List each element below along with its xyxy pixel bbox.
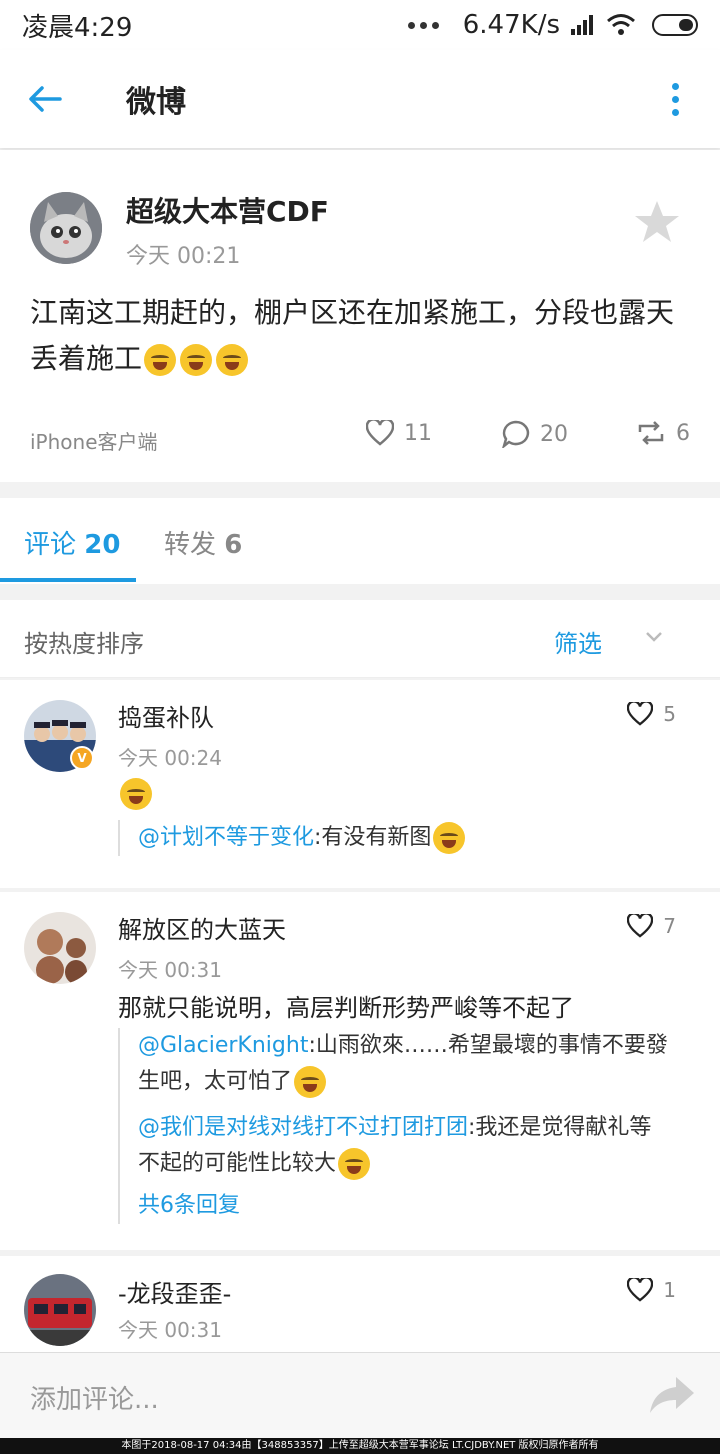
comment-count: 20 (540, 421, 568, 447)
signal-icon (571, 15, 593, 35)
like-button[interactable]: 11 (366, 420, 432, 446)
active-tab-indicator (0, 578, 136, 582)
comment-item: V 捣蛋补队 今天 00:24 5 @计划不等于变化:有没有新图 (0, 680, 720, 888)
repost-icon (638, 421, 664, 445)
reply-preview[interactable]: @我们是对线对线打不过打团打团:我还是觉得献礼等不起的可能性比较大 (138, 1110, 668, 1182)
comment-bubble-icon (502, 420, 530, 448)
page-title: 微博 (126, 85, 186, 120)
grin-emoji-icon (120, 778, 152, 810)
notification-dots-icon (407, 21, 439, 29)
reply-mention[interactable]: @GlacierKnight (138, 1033, 308, 1058)
doge-emoji-icon (338, 1148, 371, 1180)
tab-reposts[interactable]: 转发 6 (164, 524, 242, 561)
add-comment-input[interactable]: 添加评论... (30, 1379, 159, 1416)
repost-button[interactable]: 6 (636, 420, 690, 446)
cat-avatar-image (30, 192, 102, 264)
network-speed: 6.47K/s (462, 10, 560, 40)
more-options-icon[interactable] (630, 82, 720, 116)
comment-like-button[interactable]: 7 (627, 914, 676, 938)
status-time: 凌晨4:29 (22, 12, 133, 43)
top-nav-bar: 微博 (0, 50, 720, 148)
status-right: 6.47K/s (407, 10, 698, 40)
comment-like-button[interactable]: 5 (627, 702, 676, 726)
chevron-down-icon[interactable] (644, 630, 664, 644)
star-icon (635, 201, 679, 242)
comment-input-bar: 添加评论... (0, 1352, 720, 1438)
post-content: 江南这工期赶的，棚户区还在加紧施工，分段也露天丢着施工 (30, 290, 700, 382)
post-source: iPhone客户端 (30, 430, 158, 454)
comment-item: -龙段歪歪- 今天 00:31 1 (0, 1256, 720, 1352)
comment-like-count: 5 (663, 702, 676, 726)
weibo-post: 超级大本营CDF 今天 00:21 江南这工期赶的，棚户区还在加紧施工，分段也露… (0, 150, 720, 482)
heart-icon (627, 702, 654, 726)
heart-icon (366, 420, 394, 446)
laugh-cry-emoji-icon (216, 344, 249, 376)
laugh-cry-emoji-icon (294, 1066, 327, 1098)
back-arrow-icon (29, 86, 62, 112)
reply-mention[interactable]: @我们是对线对线打不过打团打团 (138, 1115, 468, 1140)
laugh-cry-emoji-icon (144, 344, 177, 376)
like-count: 11 (404, 420, 432, 446)
sort-by-hot-button[interactable]: 按热度排序 (24, 624, 144, 659)
filter-button[interactable]: 筛选 (554, 624, 602, 659)
comment-repost-tabs: 评论 20 转发 6 (0, 498, 720, 584)
post-text: 江南这工期赶的，棚户区还在加紧施工，分段也露天丢着施工 (30, 296, 675, 375)
verified-badge-icon: V (70, 746, 94, 770)
reply-preview[interactable]: @GlacierKnight:山雨欲來……希望最壞的事情不要發生吧，太可怕了 (138, 1028, 668, 1100)
laugh-cry-emoji-icon (180, 344, 213, 376)
tab-reposts-label: 转发 (164, 530, 217, 560)
status-bar: 凌晨4:29 6.47K/s (0, 0, 720, 50)
favorite-button[interactable] (634, 200, 680, 248)
commenter-name[interactable]: 捣蛋补队 (118, 698, 214, 733)
back-button[interactable] (0, 50, 90, 148)
battery-icon (652, 14, 698, 36)
share-arrow-icon[interactable] (648, 1373, 696, 1417)
post-time: 今天 00:21 (126, 244, 241, 269)
comment-like-count: 7 (663, 914, 676, 938)
tab-comments-count: 20 (84, 530, 121, 560)
reply-mention[interactable]: @计划不等于变化 (138, 825, 314, 850)
watermark-footer: 本图于2018-08-17 04:34由【348853357】上传至超级大本营军… (0, 1438, 720, 1454)
author-name[interactable]: 超级大本营CDF (126, 190, 329, 230)
commenter-name[interactable]: 解放区的大蓝天 (118, 910, 286, 945)
author-avatar[interactable] (30, 192, 102, 264)
doge-emoji-icon (433, 822, 466, 854)
heart-icon (627, 1278, 654, 1302)
commenter-avatar[interactable] (24, 912, 96, 984)
comment-text: 那就只能说明，高层判断形势严峻等不起了 (118, 994, 574, 1022)
sort-bar: 按热度排序 筛选 (0, 600, 720, 678)
commenter-avatar[interactable] (24, 1274, 96, 1346)
comment-like-button[interactable]: 1 (627, 1278, 676, 1302)
heart-icon (627, 914, 654, 938)
comment-item: 解放区的大蓝天 今天 00:31 7 那就只能说明，高层判断形势严峻等不起了 @… (0, 892, 720, 1250)
tab-comments[interactable]: 评论 20 (24, 524, 120, 561)
train-avatar-image (24, 1274, 96, 1346)
wifi-icon (607, 14, 635, 35)
tab-reposts-count: 6 (224, 530, 243, 560)
reply-preview[interactable]: @计划不等于变化:有没有新图 (118, 820, 668, 856)
reply-preview-list[interactable]: @GlacierKnight:山雨欲來……希望最壞的事情不要發生吧，太可怕了 @… (118, 1028, 668, 1224)
comment-text (118, 778, 154, 810)
comment-like-count: 1 (663, 1278, 676, 1302)
comment-time: 今天 00:31 (118, 1318, 222, 1342)
more-replies-link[interactable]: 共6条回复 (138, 1188, 668, 1224)
comment-time: 今天 00:24 (118, 746, 222, 770)
comment-button[interactable]: 20 (502, 420, 568, 448)
repost-count: 6 (676, 420, 690, 446)
doll-avatar-image (24, 912, 96, 984)
comment-time: 今天 00:31 (118, 958, 222, 982)
tab-comments-label: 评论 (24, 530, 77, 560)
commenter-name[interactable]: -龙段歪歪- (118, 1274, 231, 1309)
reply-text: :有没有新图 (314, 825, 432, 850)
